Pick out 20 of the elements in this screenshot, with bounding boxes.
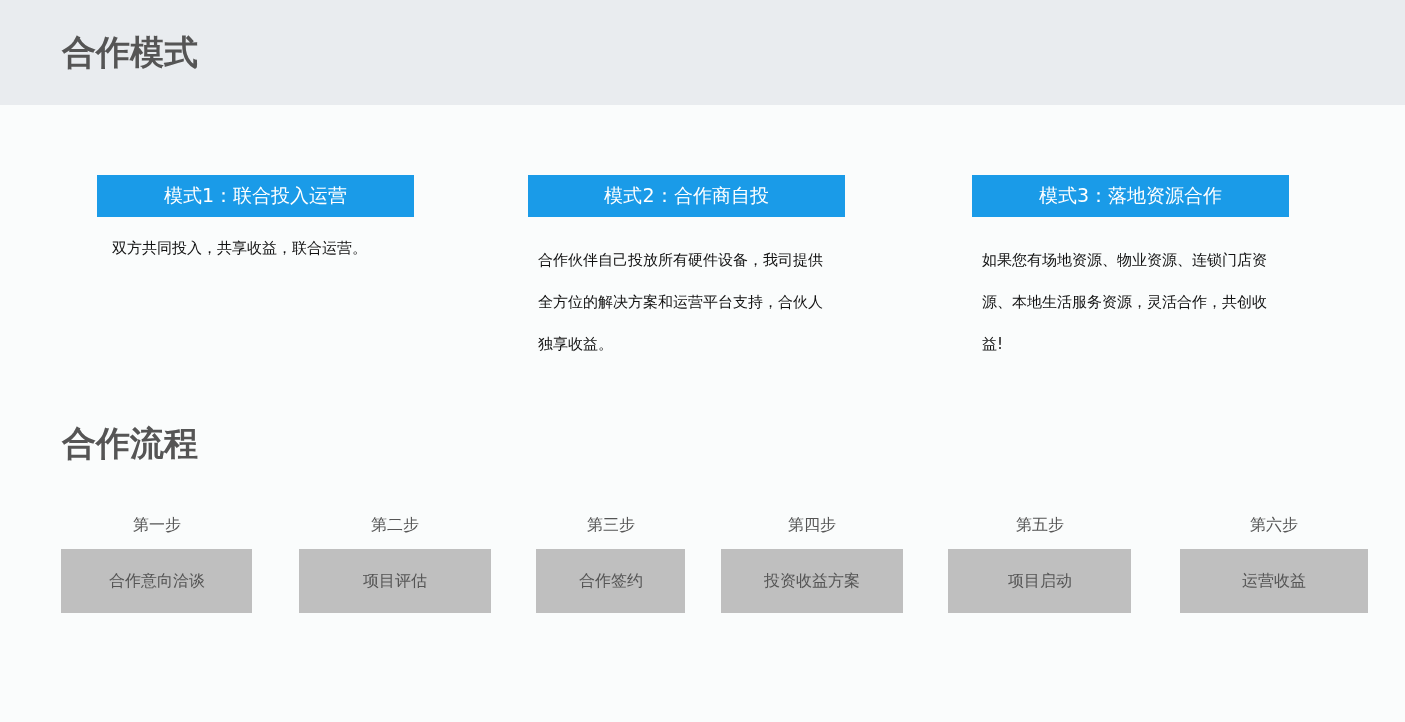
section-title: 合作流程 [62,422,199,465]
step-label: 第二步 [371,515,419,536]
step-label: 第四步 [788,515,836,536]
section-title: 合作模式 [62,30,198,74]
mode-label: 模式2：合作商自投 [528,175,845,217]
mode-label: 模式3：落地资源合作 [972,175,1289,217]
mode-description: 合作伙伴自己投放所有硬件设备，我司提供全方位的解决方案和运营平台支持，合伙人独享收益。 [538,250,823,355]
step-box: 运营收益 [1180,549,1368,613]
mode-description: 如果您有场地资源、物业资源、连锁门店资源、本地生活服务资源，灵活合作，共创收益! [982,250,1267,355]
step-box: 投资收益方案 [721,549,903,613]
step-box: 项目启动 [948,549,1131,613]
step-label: 第一步 [132,515,181,536]
mode-label: 模式1：联合投入运营 [97,175,414,217]
step-label: 第三步 [586,515,635,536]
step-box: 项目评估 [299,549,491,613]
step-label: 第六步 [1250,515,1298,536]
step-box: 合作签约 [536,549,685,613]
step-box: 合作意向洽谈 [61,549,252,613]
mode-description: 双方共同投入，共享收益，联合运营。 [112,238,368,259]
step-label: 第五步 [1015,515,1064,536]
